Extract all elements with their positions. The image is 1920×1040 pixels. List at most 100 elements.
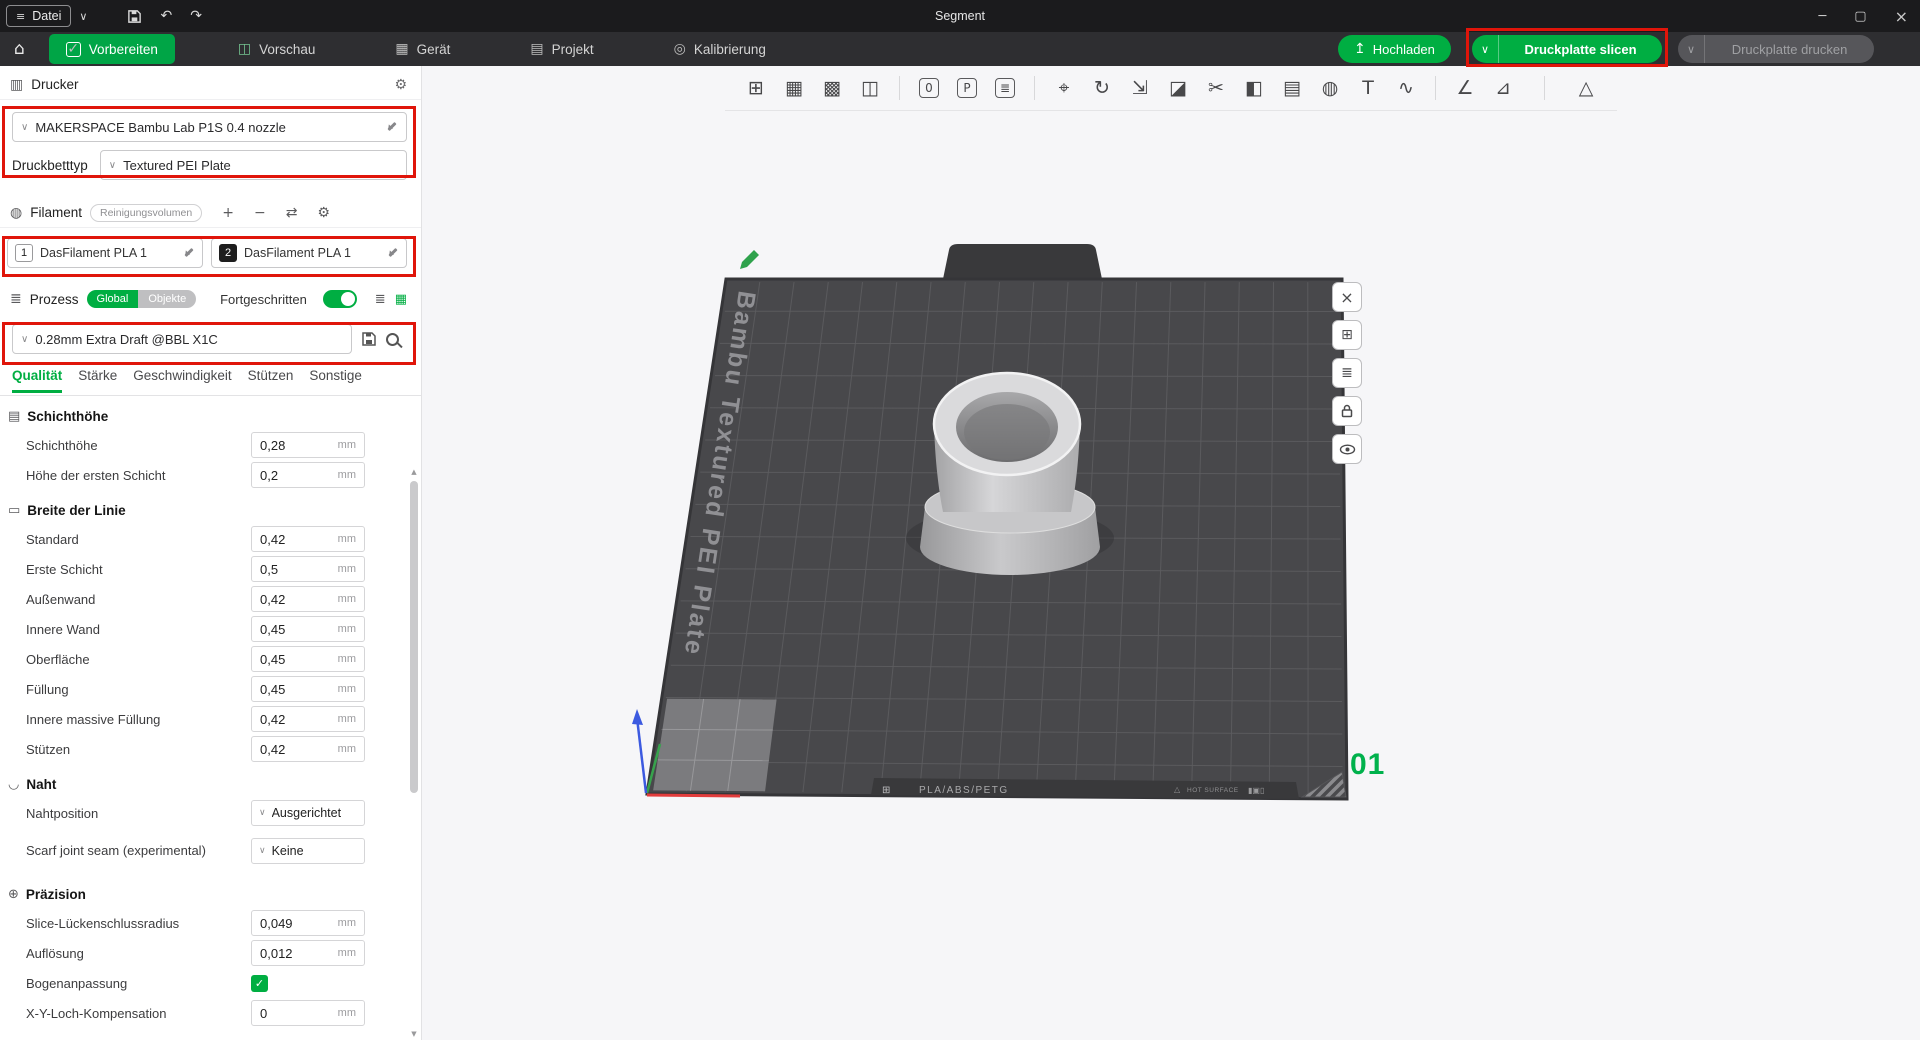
minimize-button[interactable]: ─ xyxy=(1818,9,1826,24)
scope-global[interactable]: Global xyxy=(87,290,139,308)
tab-geraet[interactable]: ▦ Gerät xyxy=(378,34,467,64)
scarf-joint-seam-select[interactable]: ∨Keine xyxy=(251,838,365,864)
slice-plate-button[interactable]: ∨ Druckplatte slicen xyxy=(1472,35,1662,63)
tab-staerke[interactable]: Stärke xyxy=(78,368,117,390)
tab-stuetzen[interactable]: Stützen xyxy=(248,368,294,390)
printer-name: MAKERSPACE Bambu Lab P1S 0.4 nozzle xyxy=(35,120,377,135)
layer-height-input[interactable]: 0,28mm xyxy=(251,432,365,458)
file-menu-dropdown-icon[interactable]: ∨ xyxy=(79,10,87,23)
tab-sonstige[interactable]: Sonstige xyxy=(309,368,362,390)
split-view-icon[interactable]: ◫ xyxy=(854,73,886,103)
add-filament-icon[interactable]: + xyxy=(222,205,234,221)
lock-plate-button[interactable] xyxy=(1332,396,1362,426)
seam-paint-icon[interactable]: ∿ xyxy=(1390,73,1422,103)
delete-plate-button[interactable]: × xyxy=(1332,282,1362,312)
maximize-button[interactable]: ▢ xyxy=(1854,9,1866,24)
place-on-face-icon[interactable]: ◪ xyxy=(1162,73,1194,103)
filament-gear-icon[interactable]: ⚙ xyxy=(317,205,330,221)
save-button[interactable] xyxy=(127,9,142,24)
slice-dropdown-icon[interactable]: ∨ xyxy=(1472,35,1499,63)
edit-filament-1-icon[interactable] xyxy=(181,246,195,260)
filament-slot-2[interactable]: 2 DasFilament PLA 1 xyxy=(211,238,407,268)
file-menu-button[interactable]: ≡ Datei xyxy=(6,5,71,27)
support-line-width-input[interactable]: 0,42mm xyxy=(251,736,365,762)
scroll-down-icon[interactable]: ▼ xyxy=(411,1030,416,1038)
assembly-view-icon[interactable]: △ xyxy=(1570,73,1602,103)
edit-printer-icon[interactable] xyxy=(384,120,398,134)
plate-visibility-button[interactable] xyxy=(1332,434,1362,464)
default-line-width-input[interactable]: 0,42mm xyxy=(251,526,365,552)
edit-filament-2-icon[interactable] xyxy=(385,246,399,260)
move-icon[interactable]: ⌖ xyxy=(1048,73,1080,103)
scrollbar-thumb[interactable] xyxy=(410,481,418,793)
inner-wall-line-width-input[interactable]: 0,45mm xyxy=(251,616,365,642)
home-button[interactable]: ⌂ xyxy=(14,39,25,59)
setting-label: Außenwand xyxy=(26,592,251,607)
rotate-icon[interactable]: ↻ xyxy=(1086,73,1118,103)
text-tool-icon[interactable]: T xyxy=(1352,73,1384,103)
arc-fitting-checkbox[interactable]: ✓ xyxy=(251,975,268,992)
parameter-list-icon[interactable]: ≣ xyxy=(375,292,386,307)
process-profile-select[interactable]: ∨ 0.28mm Extra Draft @BBL X1C xyxy=(12,324,352,354)
first-layer-height-input[interactable]: 0,2mm xyxy=(251,462,365,488)
infill-line-width-input[interactable]: 0,45mm xyxy=(251,676,365,702)
ams-sync-icon[interactable]: ⇄ xyxy=(286,205,298,221)
outer-wall-line-width-input[interactable]: 0,42mm xyxy=(251,586,365,612)
save-preset-button[interactable] xyxy=(361,331,377,347)
bed-type-select[interactable]: ∨ Textured PEI Plate xyxy=(100,150,407,180)
edit-plate-button[interactable]: ⊞ xyxy=(1332,320,1362,350)
tab-vorbereiten[interactable]: ✓ Vorbereiten xyxy=(49,34,175,64)
tab-kalibrierung[interactable]: ◎ Kalibrierung xyxy=(657,34,783,64)
variable-layer-height-icon[interactable]: ▤ xyxy=(1276,73,1308,103)
redo-button[interactable]: ↷ xyxy=(190,8,202,24)
search-preset-icon[interactable] xyxy=(386,333,399,346)
advanced-toggle[interactable] xyxy=(323,290,357,308)
auto-arrange-icon[interactable]: ▩ xyxy=(816,73,848,103)
process-scope-switch[interactable]: Global Objekte xyxy=(87,290,197,308)
slice-gap-closing-radius-input[interactable]: 0,049mm xyxy=(251,910,365,936)
scope-objects[interactable]: Objekte xyxy=(138,290,196,308)
printer-select[interactable]: ∨ MAKERSPACE Bambu Lab P1S 0.4 nozzle xyxy=(12,112,407,142)
remove-filament-icon[interactable]: − xyxy=(254,205,266,221)
undo-button[interactable]: ↶ xyxy=(160,8,172,24)
printer-gear-icon[interactable]: ⚙ xyxy=(394,77,407,93)
viewport[interactable]: ⊞▦▩◫0P≣⌖↻⇲◪✂◧▤◍T∿∠⊿△ Bambu Textured PEI … xyxy=(422,66,1920,1040)
viewport-3d-scene[interactable]: Bambu Textured PEI Plate ⊞ PLA/ABS/PETG … xyxy=(422,66,1920,1040)
top-surface-line-width-input[interactable]: 0,45mm xyxy=(251,646,365,672)
arrange-plate-icon[interactable]: ⊿ xyxy=(1487,73,1519,103)
parameter-table-icon[interactable]: ▦ xyxy=(395,292,407,307)
tab-projekt[interactable]: ▤ Projekt xyxy=(513,34,610,64)
close-icon: × xyxy=(1340,288,1353,307)
first-layer-line-width-input[interactable]: 0,5mm xyxy=(251,556,365,582)
tab-geschwindigkeit[interactable]: Geschwindigkeit xyxy=(133,368,231,390)
solid-infill-line-width-input[interactable]: 0,42mm xyxy=(251,706,365,732)
upload-button[interactable]: ↥ Hochladen xyxy=(1338,35,1451,63)
sidebar-scrollbar[interactable]: ▲ ▼ xyxy=(408,468,420,1038)
scale-icon[interactable]: ⇲ xyxy=(1124,73,1156,103)
resolution-input[interactable]: 0,012mm xyxy=(251,940,365,966)
seam-position-select[interactable]: ∨Ausgerichtet xyxy=(251,800,365,826)
measure-icon[interactable]: ∠ xyxy=(1449,73,1481,103)
filament-slot-1[interactable]: 1 DasFilament PLA 1 xyxy=(7,238,203,268)
print-dropdown-icon[interactable]: ∨ xyxy=(1678,35,1705,63)
flush-volumes-button[interactable]: Reinigungsvolumen xyxy=(90,204,202,222)
seam-icon: ◡ xyxy=(8,777,19,792)
scroll-up-icon[interactable]: ▲ xyxy=(411,468,416,476)
cut-icon[interactable]: ✂ xyxy=(1200,73,1232,103)
print-plate-button[interactable]: ∨ Druckplatte drucken xyxy=(1678,35,1874,63)
close-button[interactable]: × xyxy=(1895,7,1908,26)
plate-edit-pencil-icon[interactable] xyxy=(740,250,759,269)
settings-group-header: ⊕Präzision xyxy=(0,880,421,908)
plate-settings-button[interactable]: ≣ xyxy=(1332,358,1362,388)
fill-zero-tool-icon[interactable]: 0 xyxy=(919,78,939,98)
add-plate-icon[interactable]: ▦ xyxy=(778,73,810,103)
fill-p-tool-icon[interactable]: P xyxy=(957,78,977,98)
tab-qualitaet[interactable]: Qualität xyxy=(12,368,62,393)
split-objects-icon[interactable]: ◧ xyxy=(1238,73,1270,103)
align-tool-icon[interactable]: ≣ xyxy=(995,78,1015,98)
process-section-title: Prozess xyxy=(30,292,79,307)
add-object-icon[interactable]: ⊞ xyxy=(740,73,772,103)
tab-vorschau[interactable]: ◫ Vorschau xyxy=(221,34,333,64)
xy-hole-compensation-input[interactable]: 0mm xyxy=(251,1000,365,1026)
mesh-boolean-icon[interactable]: ◍ xyxy=(1314,73,1346,103)
